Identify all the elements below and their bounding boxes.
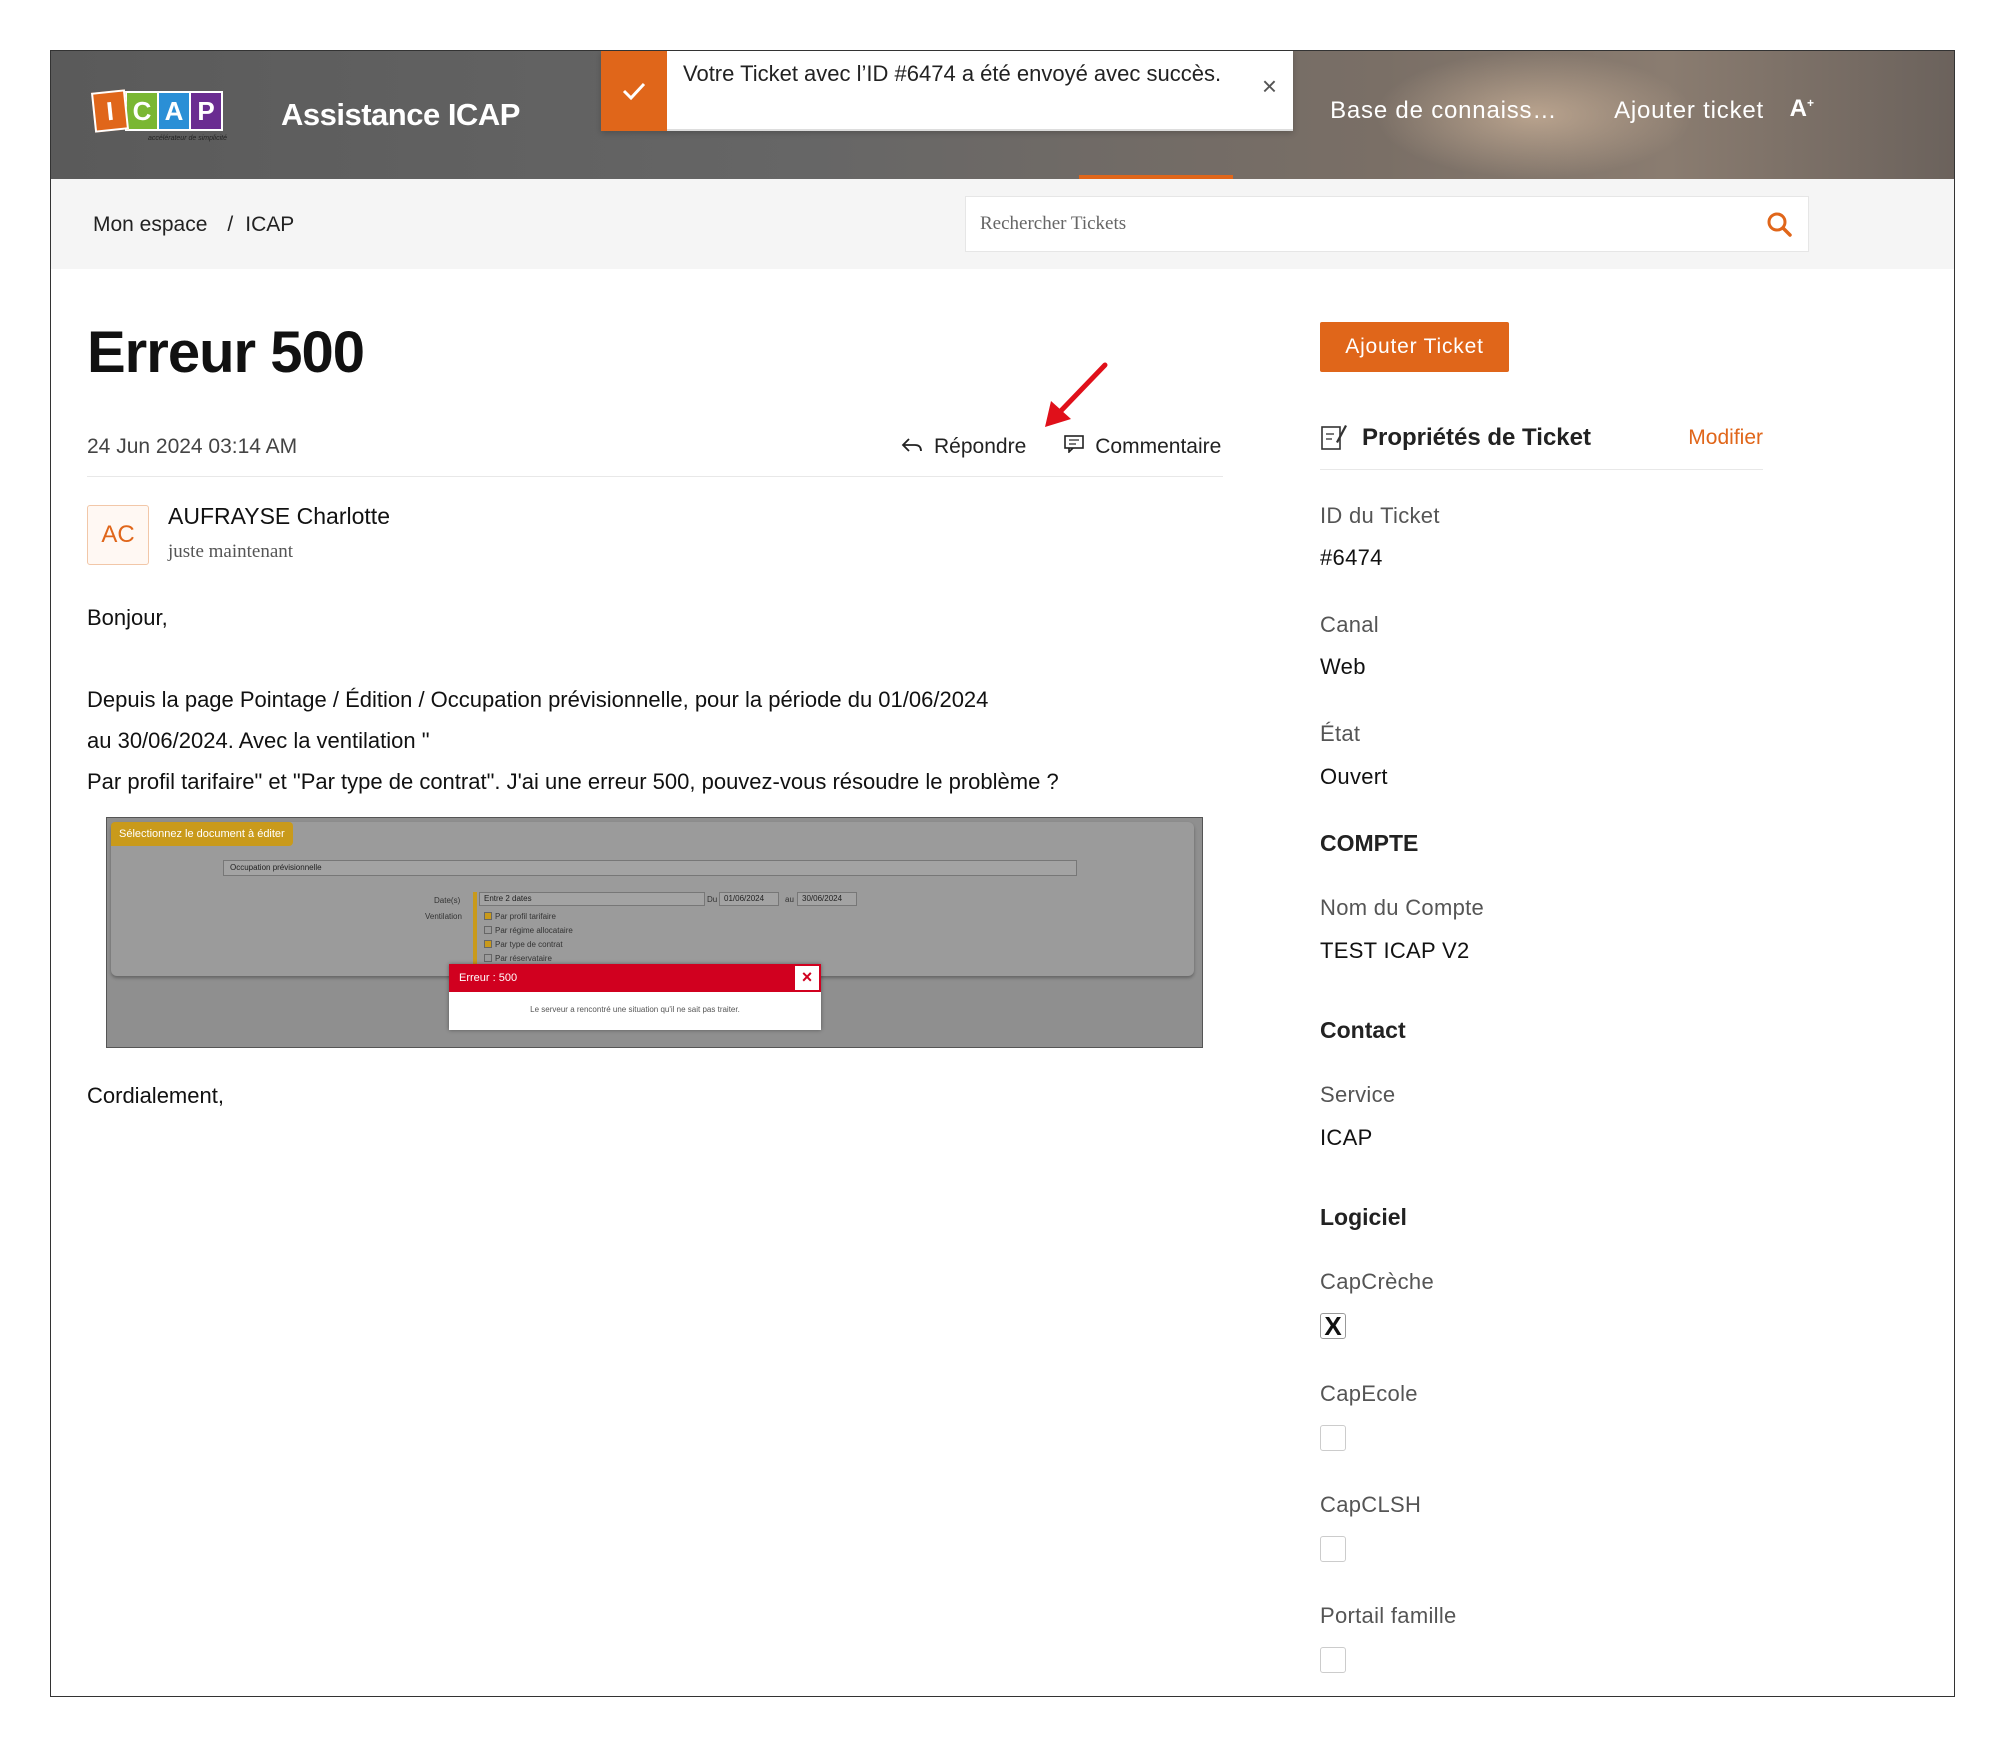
attachment-document-select: Occupation prévisionnelle (223, 860, 1077, 876)
properties-title: Propriétés de Ticket (1362, 424, 1591, 451)
breadcrumb-separator: / (227, 213, 234, 236)
ticket-actions: Répondre Commentaire (901, 435, 1221, 459)
error-close-icon: × (795, 966, 819, 990)
attachment-option-label: Par type de contrat (495, 940, 563, 949)
search-box (965, 196, 1809, 252)
reply-label: Répondre (934, 435, 1027, 458)
contact-section-title: Contact (1320, 1017, 1406, 1043)
author-name: AUFRAYSE Charlotte (168, 503, 390, 529)
logo-tile-p: P (189, 91, 223, 131)
edit-properties-link[interactable]: Modifier (1688, 426, 1763, 450)
logo-tagline: accélérateur de simplicité (148, 135, 227, 142)
attachment-to-date: 30/06/2024 (797, 892, 857, 906)
reply-button[interactable]: Répondre (901, 435, 1026, 459)
account-name-value: TEST ICAP V2 (1320, 938, 1470, 963)
body-line-2: au 30/06/2024. Avec la ventilation " (87, 728, 430, 753)
capclsh-checkbox[interactable] (1320, 1536, 1346, 1562)
attachment-from-label: Du (707, 895, 718, 904)
software-label-capcreche: CapCrèche (1320, 1269, 1434, 1294)
ticket-title: Erreur 500 (87, 320, 365, 385)
ticket-id-label: ID du Ticket (1320, 503, 1440, 528)
capcreche-checkbox[interactable]: X (1320, 1313, 1346, 1339)
service-label: Service (1320, 1082, 1396, 1107)
attachment-tag: Sélectionnez le document à éditer (111, 822, 293, 846)
header-divider (87, 476, 1223, 477)
attachment-screenshot[interactable]: Sélectionnez le document à éditer Occupa… (106, 817, 1203, 1048)
attachment-from-date: 01/06/2024 (719, 892, 779, 906)
success-toast: Votre Ticket avec l’ID #6474 a été envoy… (601, 51, 1293, 131)
nav-add-ticket[interactable]: Ajouter ticket (1614, 97, 1764, 125)
breadcrumb-home[interactable]: Mon espace (93, 213, 207, 237)
icap-logo[interactable]: I C A P accélérateur de simplicité (91, 89, 227, 143)
attachment-option-label: Par régime allocataire (495, 926, 573, 935)
attachment-range-select: Entre 2 dates (479, 892, 705, 906)
author-time: juste maintenant (168, 541, 294, 562)
attachment-label-dates: Date(s) (434, 896, 461, 905)
comment-button[interactable]: Commentaire (1064, 435, 1221, 459)
body-line-1: Depuis la page Pointage / Édition / Occu… (87, 687, 989, 712)
check-icon (601, 51, 667, 131)
attachment-option: Par régime allocataire (484, 926, 573, 935)
breadcrumb-bar: Mon espace / ICAP (51, 179, 1954, 269)
service-value: ICAP (1320, 1125, 1373, 1150)
accessibility-font-icon[interactable]: A+ (1790, 95, 1814, 123)
logo-tile-c: C (125, 91, 159, 131)
attachment-option: Par profil tarifaire (484, 912, 556, 921)
attachment-bar (473, 892, 477, 972)
channel-label: Canal (1320, 612, 1379, 637)
app-title[interactable]: Assistance ICAP (281, 97, 520, 133)
portail-famille-checkbox[interactable] (1320, 1647, 1346, 1673)
close-icon[interactable]: × (1262, 71, 1277, 102)
state-label: État (1320, 721, 1361, 746)
error-dialog-header: Erreur : 500 × (449, 964, 821, 992)
error-dialog-title: Erreur : 500 (459, 972, 518, 984)
comment-icon (1064, 435, 1089, 457)
app-window: I C A P accélérateur de simplicité Assis… (50, 50, 1955, 1697)
state-value: Ouvert (1320, 764, 1388, 789)
attachment-option: Par type de contrat (484, 940, 563, 949)
error-dialog-message: Le serveur a rencontré une situation qu'… (530, 1005, 740, 1014)
attachment-option-label: Par profil tarifaire (495, 912, 556, 921)
nav-knowledge-base[interactable]: Base de connaissances (1330, 97, 1570, 125)
attachment-label-ventilation: Ventilation (425, 912, 462, 921)
body-closing: Cordialement, (87, 1083, 224, 1108)
ticket-id-value: #6474 (1320, 545, 1383, 570)
software-label-capclsh: CapCLSH (1320, 1492, 1422, 1517)
logo-tile-i: I (91, 89, 129, 133)
body-greeting: Bonjour, (87, 605, 168, 630)
breadcrumb-current[interactable]: ICAP (245, 213, 294, 237)
body-line-3: Par profil tarifaire" et "Par type de co… (87, 769, 1059, 794)
software-label-portail-famille: Portail famille (1320, 1603, 1457, 1628)
toast-message: Votre Ticket avec l’ID #6474 a été envoy… (683, 61, 1222, 86)
search-icon[interactable] (1766, 211, 1792, 237)
account-name-label: Nom du Compte (1320, 895, 1485, 920)
attachment-option: Par réservataire (484, 954, 552, 963)
account-section-title: COMPTE (1320, 830, 1419, 856)
software-section-title: Logiciel (1320, 1204, 1407, 1230)
edit-note-icon (1321, 425, 1347, 450)
logo-tile-a: A (157, 91, 191, 131)
red-arrow-annotation (1045, 362, 1108, 427)
a11y-label: A (1789, 95, 1807, 122)
attachment-error-dialog: Erreur : 500 × Le serveur a rencontré un… (449, 964, 821, 1030)
breadcrumb: Mon espace / ICAP (93, 213, 294, 237)
ticket-date: 24 Jun 2024 03:14 AM (87, 435, 298, 458)
attachment-to-label: au (785, 895, 794, 904)
avatar: AC (87, 505, 149, 565)
reply-icon (901, 437, 928, 457)
top-header: I C A P accélérateur de simplicité Assis… (51, 51, 1954, 179)
channel-value: Web (1320, 654, 1366, 679)
add-ticket-button[interactable]: Ajouter Ticket (1320, 322, 1509, 372)
attachment-option-label: Par réservataire (495, 954, 552, 963)
main-nav: Base de connaissances Ajouter ticket (1330, 97, 1764, 125)
ticket-body: Bonjour, Depuis la page Pointage / Éditi… (87, 597, 1207, 802)
capecole-checkbox[interactable] (1320, 1425, 1346, 1451)
ticket-properties-header: Propriétés de Ticket Modifier (1320, 420, 1763, 470)
software-label-capecole: CapEcole (1320, 1381, 1418, 1406)
comment-label: Commentaire (1095, 435, 1222, 458)
search-input[interactable] (966, 197, 1726, 251)
